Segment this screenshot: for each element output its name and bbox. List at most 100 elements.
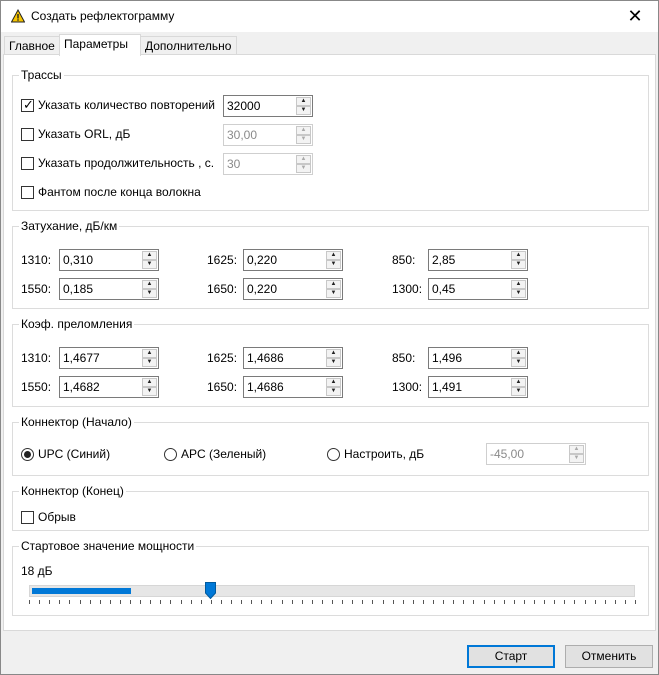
repeat-checkbox[interactable]: ✓ xyxy=(21,97,34,112)
att-1550-spinner[interactable]: 0,185 ▲ ▼ xyxy=(59,278,159,300)
spin-up-icon[interactable]: ▲ xyxy=(142,280,157,289)
ref-1650-spinner[interactable]: 1,4686 ▲ ▼ xyxy=(243,376,343,398)
spin-down-icon[interactable]: ▼ xyxy=(296,135,311,144)
ref-1625-spinner[interactable]: 1,4686 ▲ ▼ xyxy=(243,347,343,369)
spin-up-icon[interactable]: ▲ xyxy=(511,251,526,260)
spin-down-icon[interactable]: ▼ xyxy=(296,106,311,115)
slider-tick xyxy=(99,600,101,604)
spin-down-icon[interactable]: ▼ xyxy=(142,358,157,367)
slider-tick xyxy=(190,600,192,604)
spin-up-icon[interactable]: ▲ xyxy=(296,126,311,135)
slider-tick xyxy=(453,600,455,604)
spin-down-icon[interactable]: ▼ xyxy=(511,358,526,367)
custom-connector-spinner[interactable]: -45,00 ▲ ▼ xyxy=(486,443,586,465)
duration-checkbox[interactable] xyxy=(21,157,34,170)
cancel-button[interactable]: Отменить xyxy=(565,645,653,668)
slider-tick xyxy=(523,600,525,604)
close-icon[interactable]: ✕ xyxy=(612,1,658,32)
repeat-count-spinner[interactable]: 32000 ▲ ▼ xyxy=(223,95,313,117)
slider-tick xyxy=(332,600,333,604)
phantom-checkbox[interactable] xyxy=(21,186,34,199)
slider-tick xyxy=(241,600,243,604)
spin-down-icon[interactable]: ▼ xyxy=(326,260,341,269)
slider-tick xyxy=(29,600,30,604)
ref-1550-spinner[interactable]: 1,4682 ▲ ▼ xyxy=(59,376,159,398)
upc-radio[interactable] xyxy=(21,448,34,461)
ref-1650-label: 1650: xyxy=(207,380,238,394)
slider-tick xyxy=(362,600,364,604)
spin-up-icon[interactable]: ▲ xyxy=(569,445,584,454)
repeat-count-value: 32000 xyxy=(227,99,261,113)
spin-up-icon[interactable]: ▲ xyxy=(511,280,526,289)
att-1550-value: 0,185 xyxy=(63,282,94,296)
spin-down-icon[interactable]: ▼ xyxy=(569,454,584,463)
refraction-group-title: Коэф. преломления xyxy=(19,317,135,331)
spin-up-icon[interactable]: ▲ xyxy=(326,378,341,387)
att-1310-spinner[interactable]: 0,310 ▲ ▼ xyxy=(59,249,159,271)
attenuation-group-title: Затухание, дБ/км xyxy=(19,219,120,233)
spin-down-icon[interactable]: ▼ xyxy=(511,260,526,269)
traces-group: Трассы ✓ Указать количество повторений 3… xyxy=(12,68,649,211)
apc-label: APC (Зеленый) xyxy=(181,447,267,461)
spin-up-icon[interactable]: ▲ xyxy=(296,97,311,106)
power-group: Стартовое значение мощности 18 дБ xyxy=(12,539,649,616)
spin-up-icon[interactable]: ▲ xyxy=(296,155,311,164)
spin-down-icon[interactable]: ▼ xyxy=(142,260,157,269)
orl-checkbox[interactable] xyxy=(21,128,34,141)
spin-up-icon[interactable]: ▲ xyxy=(326,280,341,289)
slider-tick xyxy=(352,600,354,604)
slider-tick xyxy=(473,600,475,604)
att-1625-value: 0,220 xyxy=(247,253,278,267)
ref-1310-value: 1,4677 xyxy=(63,351,100,365)
slider-tick xyxy=(503,600,505,604)
slider-tick xyxy=(534,600,535,604)
tab-main[interactable]: Главное xyxy=(4,36,60,55)
refraction-group: Коэф. преломления 1310: 1,4677 ▲ ▼ 1625: … xyxy=(12,317,649,407)
slider-tick xyxy=(372,600,374,604)
ref-1310-spinner[interactable]: 1,4677 ▲ ▼ xyxy=(59,347,159,369)
duration-value: 30 xyxy=(227,157,241,171)
spin-down-icon[interactable]: ▼ xyxy=(142,387,157,396)
ref-1625-label: 1625: xyxy=(207,351,238,365)
ref-1550-label: 1550: xyxy=(21,380,52,394)
custom-connector-radio[interactable] xyxy=(327,448,340,461)
orl-spinner[interactable]: 30,00 ▲ ▼ xyxy=(223,124,313,146)
att-1625-spinner[interactable]: 0,220 ▲ ▼ xyxy=(243,249,343,271)
tab-additional[interactable]: Дополнительно xyxy=(140,36,237,55)
slider-tick xyxy=(79,600,81,604)
ref-850-spinner[interactable]: 1,496 ▲ ▼ xyxy=(428,347,528,369)
slider-tick xyxy=(140,600,142,604)
spin-up-icon[interactable]: ▲ xyxy=(511,378,526,387)
slider-tick xyxy=(624,600,626,604)
connector-start-title: Коннектор (Начало) xyxy=(19,415,134,429)
spin-down-icon[interactable]: ▼ xyxy=(142,289,157,298)
spin-down-icon[interactable]: ▼ xyxy=(326,387,341,396)
spin-down-icon[interactable]: ▼ xyxy=(511,387,526,396)
spin-up-icon[interactable]: ▲ xyxy=(142,251,157,260)
slider-tick xyxy=(69,600,71,604)
att-850-spinner[interactable]: 2,85 ▲ ▼ xyxy=(428,249,528,271)
start-button[interactable]: Старт xyxy=(467,645,555,668)
slider-tick xyxy=(49,600,51,604)
ref-1300-spinner[interactable]: 1,491 ▲ ▼ xyxy=(428,376,528,398)
spin-up-icon[interactable]: ▲ xyxy=(511,349,526,358)
att-1300-value: 0,45 xyxy=(432,282,456,296)
spin-down-icon[interactable]: ▼ xyxy=(326,289,341,298)
duration-spinner[interactable]: 30 ▲ ▼ xyxy=(223,153,313,175)
slider-tick xyxy=(291,600,293,604)
slider-tick xyxy=(200,600,202,604)
spin-down-icon[interactable]: ▼ xyxy=(511,289,526,298)
spin-down-icon[interactable]: ▼ xyxy=(326,358,341,367)
spin-up-icon[interactable]: ▲ xyxy=(142,378,157,387)
tab-parameters[interactable]: Параметры xyxy=(59,34,141,56)
att-1300-spinner[interactable]: 0,45 ▲ ▼ xyxy=(428,278,528,300)
slider-thumb-icon[interactable] xyxy=(205,582,217,599)
spin-up-icon[interactable]: ▲ xyxy=(326,251,341,260)
spin-down-icon[interactable]: ▼ xyxy=(296,164,311,173)
apc-radio[interactable] xyxy=(164,448,177,461)
slider-tick xyxy=(513,600,515,604)
spin-up-icon[interactable]: ▲ xyxy=(142,349,157,358)
att-1650-spinner[interactable]: 0,220 ▲ ▼ xyxy=(243,278,343,300)
spin-up-icon[interactable]: ▲ xyxy=(326,349,341,358)
break-checkbox[interactable] xyxy=(21,511,34,524)
